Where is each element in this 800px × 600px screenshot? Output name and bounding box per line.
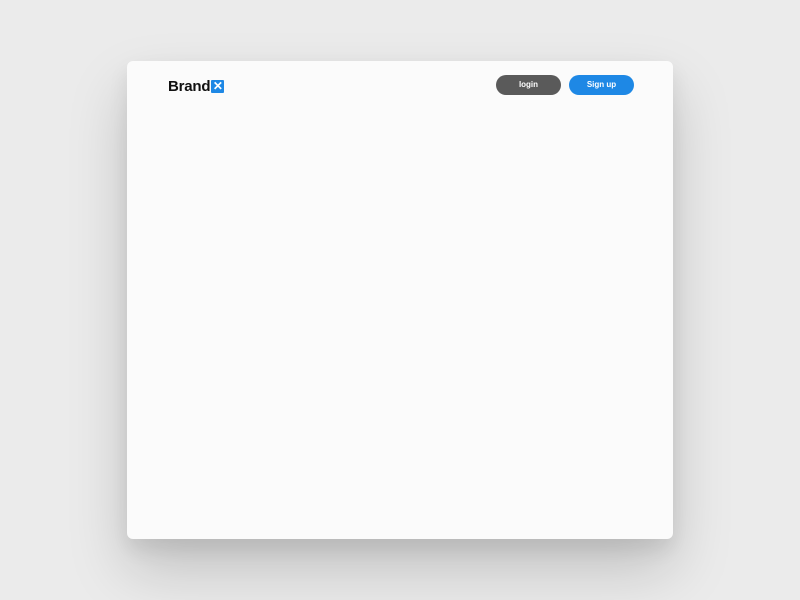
login-button[interactable]: login bbox=[496, 75, 561, 95]
app-window: Brand ✕ login Sign up bbox=[127, 61, 673, 539]
brand-logo[interactable]: Brand ✕ bbox=[168, 78, 225, 95]
brand-text: Brand bbox=[168, 78, 211, 95]
brand-x-icon: ✕ bbox=[211, 79, 225, 93]
signup-button[interactable]: Sign up bbox=[569, 75, 634, 95]
